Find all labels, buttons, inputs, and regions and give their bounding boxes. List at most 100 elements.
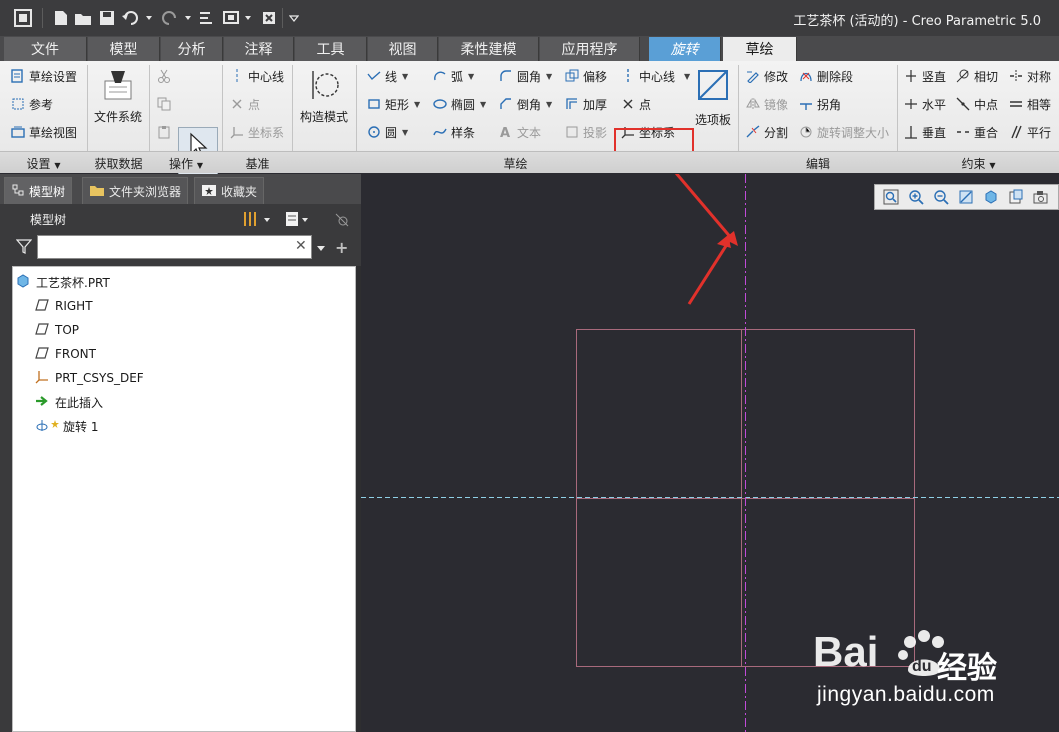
symmetric-constraint-button[interactable]: 对称 [1008,66,1051,86]
thicken-button[interactable]: 加厚 [564,94,607,114]
project-button[interactable]: 投影 [564,122,607,142]
reference-button[interactable]: 参考 [10,94,53,114]
filter-dropdown-icon[interactable] [316,242,326,256]
perpendicular-constraint-button[interactable]: 垂直 [903,122,946,142]
fillet-icon [498,68,514,84]
fillet-button[interactable]: 圆角 ▼ [498,66,552,86]
datum-centerline-button[interactable]: 中心线 [229,66,284,86]
mirror-icon [745,96,761,112]
close-window-icon[interactable] [260,8,278,28]
tree-node-revolve[interactable]: 旋转 1 [35,417,98,435]
repaint-icon[interactable] [955,187,976,207]
sketch-point-button[interactable]: 点 [620,94,651,114]
equal-constraint-button[interactable]: 相等 [1008,94,1051,114]
divide-button[interactable]: 分割 [745,122,788,142]
text-button[interactable]: A 文本 [498,122,541,142]
spline-button[interactable]: 样条 [432,122,475,142]
midpoint-icon [955,96,971,112]
delete-segment-button[interactable]: 删除段 [798,66,853,86]
tree-node-right[interactable]: RIGHT [35,297,93,315]
windows-icon[interactable] [220,8,254,28]
navigator-panel: 模型树 文件夹浏览器 收藏夹 模型树 ✕ + 工艺茶杯.PRT RIGHT TO… [0,174,361,732]
add-filter-icon[interactable]: + [335,238,348,257]
tab-sketch[interactable]: 草绘 [723,37,797,61]
clear-filter-icon[interactable]: ✕ [295,238,307,254]
creo-app-icon[interactable] [12,8,34,28]
tab-revolve[interactable]: 旋转 [649,37,721,61]
tab-folder-browser[interactable]: 文件夹浏览器 [82,177,189,204]
regenerate-icon[interactable] [197,8,215,28]
tab-favorites[interactable]: 收藏夹 [194,177,265,204]
coincident-constraint-button[interactable]: 重合 [955,122,998,142]
ellipse-icon [432,96,448,112]
cut-button[interactable] [156,66,172,86]
tab-flexible-modeling[interactable]: 柔性建模 [439,37,539,61]
tab-applications[interactable]: 应用程序 [540,37,640,61]
save-icon[interactable] [97,8,117,28]
vertical-constraint-button[interactable]: 竖直 [903,66,946,86]
palette-icon [696,67,730,106]
horizontal-constraint-button[interactable]: 水平 [903,94,946,114]
tree-node-front[interactable]: FRONT [35,345,96,363]
tab-file[interactable]: 文件 [4,37,87,61]
sketch-centerline-button[interactable]: 中心线 ▼ [620,66,690,86]
datum-plane-icon [35,346,49,362]
open-folder-icon[interactable] [73,8,93,28]
graphics-canvas[interactable]: Bai du 经验 jingyan.baidu.com [361,174,1059,732]
chamfer-button[interactable]: 倒角 ▼ [498,94,552,114]
datum-point-button[interactable]: 点 [229,94,260,114]
sketch-view-button[interactable]: 草绘视图 [10,122,77,142]
group-setup-label[interactable]: 设置 ▼ [0,155,87,172]
ellipse-button[interactable]: 椭圆 ▼ [432,94,486,114]
zoom-out-icon[interactable] [930,187,951,207]
sketch-setup-button[interactable]: 草绘设置 [10,66,77,86]
tree-filter-input[interactable] [37,235,312,259]
group-constraints-label[interactable]: 约束 ▼ [898,155,1059,172]
tree-node-top[interactable]: TOP [35,321,79,339]
saved-orientations-icon[interactable] [1005,187,1026,207]
paste-button[interactable] [156,122,172,142]
customize-toolbar-icon[interactable] [287,8,301,28]
line-button[interactable]: 线 ▼ [366,66,408,86]
midpoint-constraint-button[interactable]: 中点 [955,94,998,114]
rotate-resize-button[interactable]: 旋转调整大小 [798,122,889,142]
tab-model[interactable]: 模型 [88,37,160,61]
tab-view[interactable]: 视图 [368,37,438,61]
new-file-icon[interactable] [52,8,70,28]
corner-button[interactable]: 拐角 [798,94,841,114]
palette-button[interactable]: 选项板 [692,67,734,128]
refit-icon[interactable] [880,187,901,207]
tree-settings-icon[interactable] [242,210,272,231]
tree-node-insert-here[interactable]: 在此插入 [35,393,103,411]
modify-button[interactable]: 修改 [745,66,788,86]
parallel-constraint-button[interactable]: 平行 [1008,122,1051,142]
rectangle-button[interactable]: 矩形 ▼ [366,94,420,114]
undo-icon[interactable] [120,8,154,28]
tangent-constraint-button[interactable]: 相切 [955,66,998,86]
circle-button[interactable]: 圆 ▼ [366,122,408,142]
copy-button[interactable] [156,94,172,114]
tab-analysis[interactable]: 分析 [161,37,223,61]
tree-filter-off-icon[interactable] [334,212,350,231]
revolve-icon [35,418,61,435]
tree-columns-icon[interactable] [284,210,316,231]
datum-csys-button[interactable]: 坐标系 [229,122,284,142]
favorites-icon [201,183,217,200]
construction-mode-button[interactable]: 构造模式 [296,67,352,125]
display-style-icon[interactable] [980,187,1001,207]
redo-icon[interactable] [160,8,192,28]
tree-node-csys[interactable]: PRT_CSYS_DEF [35,369,144,387]
mirror-button[interactable]: 镜像 [745,94,788,114]
arc-button[interactable]: 弧 ▼ [432,66,474,86]
file-system-button[interactable]: 文件系统 [92,67,144,125]
tree-node-part[interactable]: 工艺茶杯.PRT [16,273,110,291]
group-operations-label[interactable]: 操作 ▼ [150,155,222,172]
offset-button[interactable]: 偏移 [564,66,607,86]
csys-icon [229,124,245,140]
zoom-in-icon[interactable] [905,187,926,207]
tab-tools[interactable]: 工具 [295,37,367,61]
tab-model-tree[interactable]: 模型树 [4,177,73,204]
tab-annotate[interactable]: 注释 [224,37,294,61]
group-sketching-label: 草绘 [503,157,528,171]
datum-display-icon[interactable] [1030,187,1051,207]
